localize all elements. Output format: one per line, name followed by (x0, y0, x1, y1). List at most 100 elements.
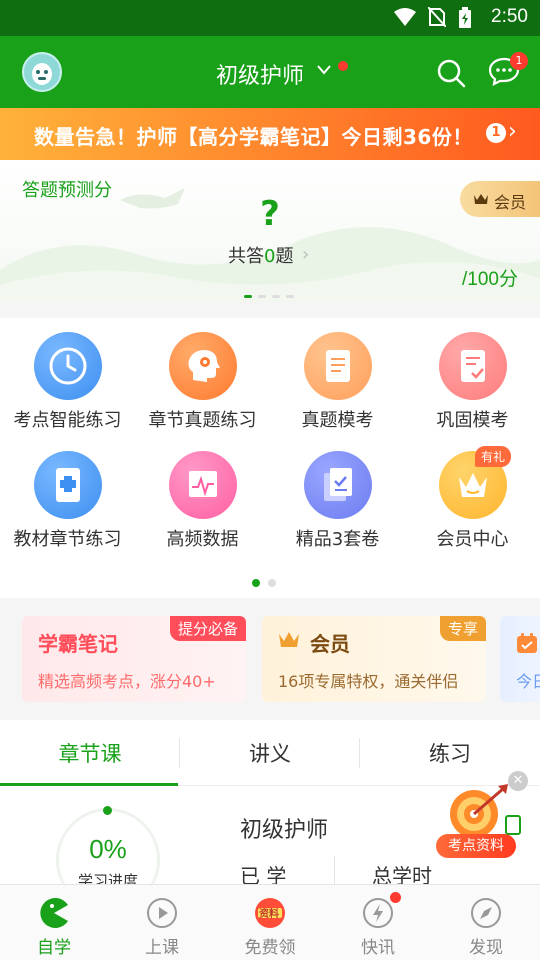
nav-news[interactable]: 快讯 (324, 885, 432, 960)
notification-dot (390, 892, 401, 903)
grid-page-indicator (252, 572, 284, 591)
grid-item-premium-papers[interactable]: 精品3套卷 (270, 451, 405, 561)
grid-item-label: 精品3套卷 (295, 529, 380, 550)
close-icon[interactable]: ✕ (508, 771, 528, 791)
free-badge-text: 资料 (259, 909, 279, 920)
checklist-icon (439, 332, 507, 400)
grid-item-vip-center[interactable]: 会员中心 (405, 451, 540, 561)
promo-card-title: 会员 (310, 632, 350, 656)
vip-chip-label: 会员 (494, 193, 527, 212)
course-tabs: 章节课 讲义 练习 (0, 720, 540, 786)
grid-item-label: 教材章节练习 (13, 529, 122, 550)
crown-icon (278, 630, 300, 654)
course-title: 初级护师 (240, 818, 329, 843)
feature-grid: 考点智能练习 章节真题练习 真题模考 巩固模考 教材章节练习 高频数据 精品3套… (0, 318, 540, 598)
nav-label: 发现 (469, 938, 503, 958)
notification-dot (338, 61, 348, 71)
progress-percent: 0% (89, 834, 127, 864)
status-bar: 2:50 (0, 0, 540, 36)
banner-badge: 1 (486, 123, 506, 143)
document-icon (304, 332, 372, 400)
battery-charging-icon (458, 7, 472, 33)
promo-card-title: 学霸笔记 (38, 632, 118, 656)
grid-item-label: 会员中心 (436, 529, 509, 550)
score-prediction-card[interactable]: 答题预测分 ? 共答0题 › /100分 会员 (0, 160, 540, 302)
carousel-dot (272, 295, 280, 298)
page-dot (268, 579, 276, 587)
promo-cards: 学霸笔记 精选高频考点，涨分40+ 提分必备 会员 16项专属特权，通关伴侣 专… (0, 598, 540, 718)
clock-icon (34, 332, 102, 400)
vip-chip[interactable]: 会员 (460, 181, 540, 217)
grid-item-label: 巩固模考 (436, 410, 509, 431)
chart-icon (169, 451, 237, 519)
nav-label: 自学 (37, 938, 71, 958)
grid-item-mock-exam[interactable]: 真题模考 (270, 332, 405, 442)
compass-icon (470, 897, 502, 933)
progress-ring-marker (103, 806, 112, 815)
nav-class[interactable]: 上课 (108, 885, 216, 960)
nav-label: 快讯 (361, 938, 395, 958)
no-signal-icon (427, 6, 447, 31)
promo-banner[interactable]: 数量告急！护师【高分学霸笔记】今日剩36份！ 1 › (0, 108, 540, 160)
calendar-icon (516, 632, 538, 658)
crown-icon (473, 191, 489, 210)
prediction-question-mark: ? (260, 194, 280, 234)
grid-item-label: 章节真题练习 (148, 410, 257, 431)
answered-prefix: 共答 (228, 246, 264, 267)
carousel-dot (286, 295, 294, 298)
grid-item-chapter-exam[interactable]: 章节真题练习 (135, 332, 270, 442)
search-icon[interactable] (436, 58, 466, 92)
gift-tag: 有礼 (475, 446, 512, 467)
chevron-right-icon: › (508, 119, 517, 144)
promo-card-subtitle: 精选高频考点，涨分40+ (38, 672, 216, 691)
grid-item-label: 高频数据 (166, 529, 239, 550)
clock-text: 2:50 (491, 6, 528, 27)
grid-item-label: 考点智能练习 (13, 410, 122, 431)
carousel-dot (258, 295, 266, 298)
grid-item-label: 真题模考 (301, 410, 374, 431)
grid-item-review-exam[interactable]: 巩固模考 (405, 332, 540, 442)
promo-card-tag: 专享 (439, 616, 486, 641)
pacman-icon (38, 897, 70, 933)
carousel-dot (244, 295, 252, 298)
app-header: 初级护师 1 (0, 36, 540, 108)
answered-count: 0 (264, 246, 276, 267)
promo-card-tag: 提分必备 (169, 616, 246, 641)
grid-item-high-frequency[interactable]: 高频数据 (135, 451, 270, 561)
answered-suffix: 题 (275, 246, 294, 267)
answered-count-text[interactable]: 共答0题 (228, 242, 293, 268)
wifi-icon (394, 7, 416, 31)
prediction-score: /100分 (462, 269, 518, 290)
promo-card-subtitle: 16项专属特权，通关伴侣 (278, 672, 459, 691)
nav-self-study[interactable]: 自学 (0, 885, 108, 960)
tab-handouts[interactable]: 讲义 (180, 738, 360, 768)
nav-free-materials[interactable]: 资料 免费领 (216, 885, 324, 960)
promo-card-daily[interactable]: 今日 (500, 616, 540, 702)
play-icon (146, 897, 178, 933)
book-icon (34, 451, 102, 519)
banner-text: 数量告急！护师【高分学霸笔记】今日剩36份！ (34, 125, 473, 149)
carousel-dots (244, 283, 300, 302)
message-badge: 1 (510, 52, 528, 70)
promo-card-vip[interactable]: 会员 16项专属特权，通关伴侣 专享 (262, 616, 486, 702)
promo-card-subtitle: 今日 (516, 672, 540, 691)
nav-label: 免费领 (244, 938, 296, 958)
head-gear-icon (169, 332, 237, 400)
tab-chapter-course[interactable]: 章节课 (0, 738, 180, 768)
lightning-icon (362, 897, 394, 933)
float-label[interactable]: 考点资料 (436, 834, 516, 858)
page-dot (252, 579, 260, 587)
stat-divider (334, 856, 335, 886)
total-hours-label: 总学时 (372, 864, 432, 886)
grid-item-smart-practice[interactable]: 考点智能练习 (0, 332, 135, 442)
nav-discover[interactable]: 发现 (432, 885, 540, 960)
nav-label: 上课 (145, 938, 179, 958)
grid-item-textbook-practice[interactable]: 教材章节练习 (0, 451, 135, 561)
papers-icon (304, 451, 372, 519)
chevron-right-icon: › (302, 244, 310, 265)
chevron-down-icon[interactable] (316, 62, 332, 81)
tab-practice[interactable]: 练习 (360, 738, 540, 768)
promo-card-notes[interactable]: 学霸笔记 精选高频考点，涨分40+ 提分必备 (22, 616, 246, 702)
learned-label: 已 学 (240, 864, 287, 886)
bottom-nav: 自学 上课 资料 免费领 快讯 发现 (0, 884, 540, 960)
